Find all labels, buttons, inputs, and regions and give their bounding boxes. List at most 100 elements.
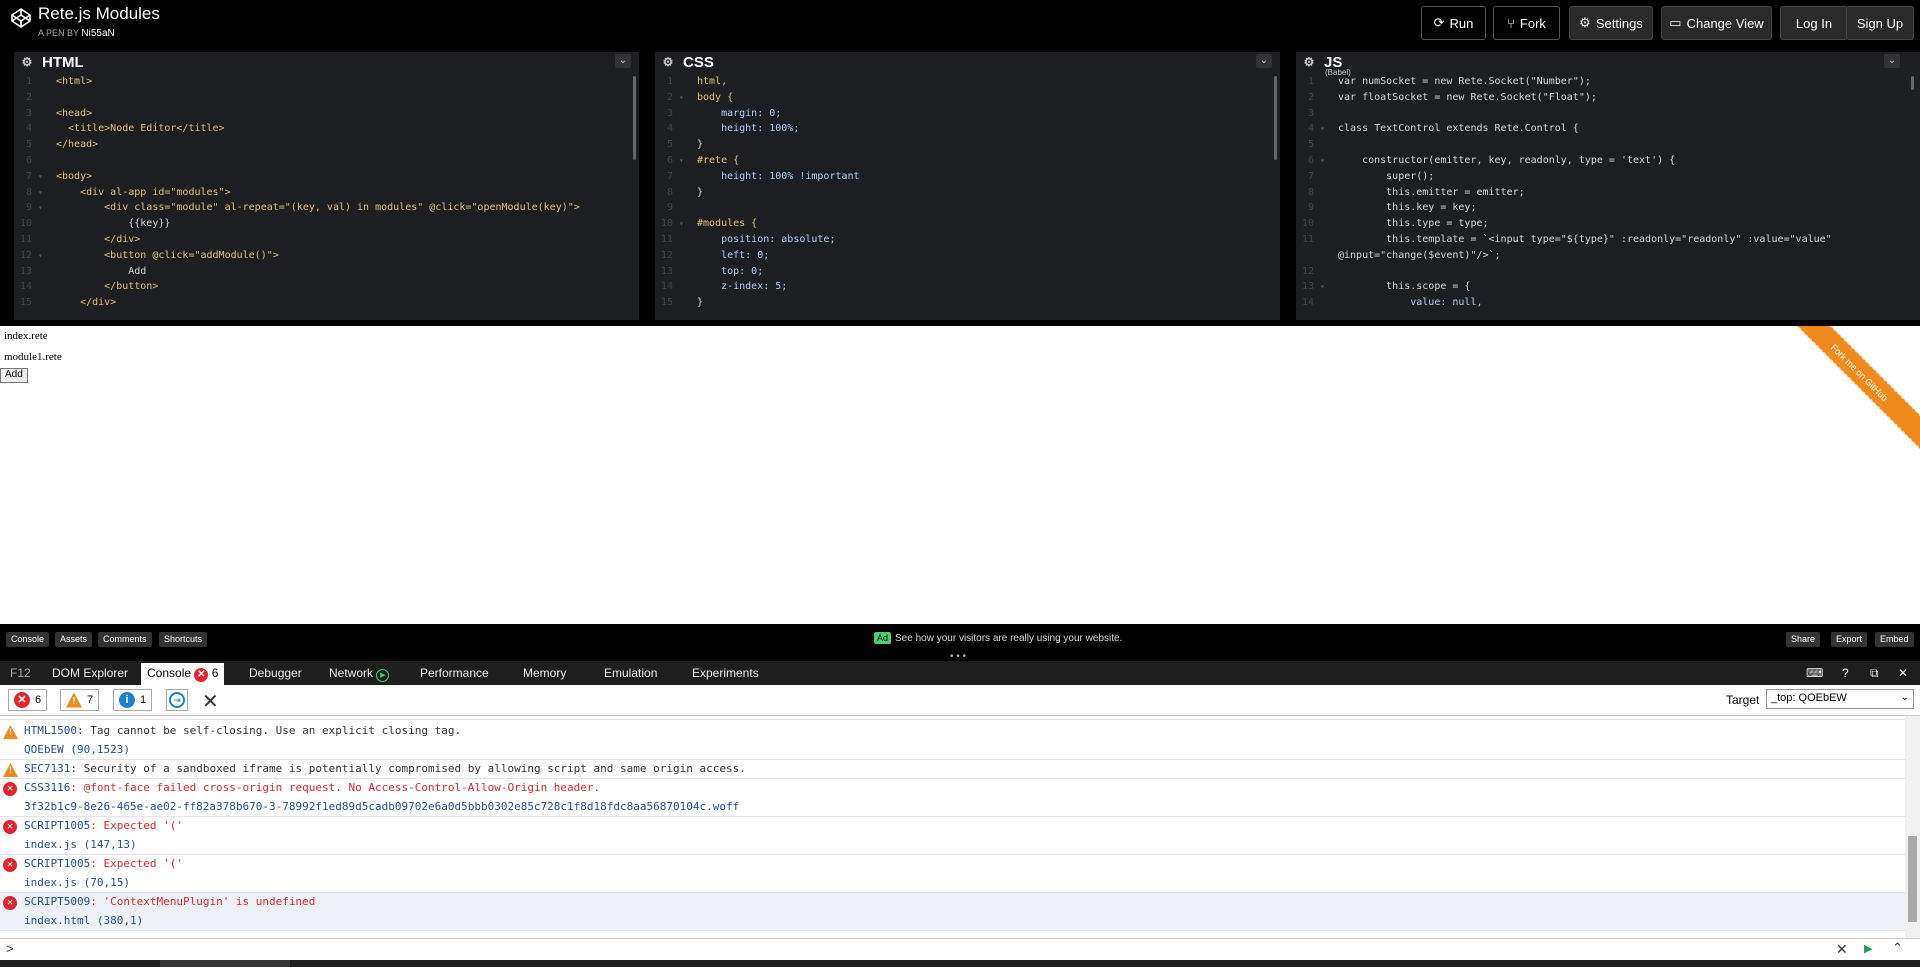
export-button[interactable]: Export — [1831, 632, 1868, 647]
fold-arrow-icon[interactable] — [1320, 185, 1338, 201]
fork-me-on-github-ribbon[interactable]: Fork me on GitHub — [1780, 326, 1920, 452]
fold-arrow-icon[interactable]: ▾ — [679, 216, 697, 232]
fold-arrow-icon[interactable] — [1320, 74, 1338, 90]
fold-arrow-icon[interactable] — [38, 232, 56, 248]
tab-console[interactable]: Console ✕ 6 — [141, 663, 225, 685]
assets-button[interactable]: Assets — [55, 632, 93, 647]
message-source-link[interactable]: QOEbEW (90,1523) — [24, 743, 130, 756]
run-button[interactable]: ⟳ Run — [1421, 6, 1486, 40]
share-button[interactable]: Share — [1786, 632, 1821, 647]
tab-network[interactable]: Network ▶ — [329, 666, 390, 682]
fold-arrow-icon[interactable] — [1320, 248, 1338, 264]
fold-arrow-icon[interactable] — [1320, 200, 1338, 216]
html-editor-scrollbar[interactable] — [633, 76, 636, 160]
sign-up-button[interactable]: Sign Up — [1846, 6, 1914, 40]
message-code[interactable]: SCRIPT1005 — [24, 819, 90, 832]
tab-memory[interactable]: Memory — [523, 666, 566, 680]
target-select[interactable]: _top: QOEbEW ⌄ — [1766, 689, 1914, 709]
tab-performance[interactable]: Performance — [420, 666, 489, 680]
undock-icon[interactable]: ⧉ — [1870, 666, 1879, 681]
fold-arrow-icon[interactable] — [679, 279, 697, 295]
expand-multiline-icon[interactable]: ⌃ — [1892, 940, 1903, 956]
message-source-link[interactable]: index.js (70,15) — [24, 876, 130, 889]
module-item[interactable]: index.rete — [4, 330, 48, 342]
ad-banner[interactable]: Ad See how your visitors are really usin… — [874, 632, 1122, 644]
fold-arrow-icon[interactable] — [679, 295, 697, 311]
fold-arrow-icon[interactable] — [679, 248, 697, 264]
fold-arrow-icon[interactable] — [679, 74, 697, 90]
console-button[interactable]: Console — [6, 632, 50, 647]
fold-arrow-icon[interactable] — [679, 232, 697, 248]
fold-arrow-icon[interactable] — [1320, 106, 1338, 122]
comments-button[interactable]: Comments — [98, 632, 152, 647]
settings-button[interactable]: ⚙ Settings — [1569, 6, 1653, 40]
html-settings-gear-icon[interactable]: ⚙ — [20, 55, 34, 69]
js-code-area[interactable]: 1 var numSocket = new Rete.Socket("Number… — [1296, 74, 1912, 320]
console-scrollbar[interactable] — [1905, 716, 1920, 938]
author-link[interactable]: Ni55aN — [81, 28, 114, 39]
fold-arrow-icon[interactable] — [38, 90, 56, 106]
fold-arrow-icon[interactable] — [38, 137, 56, 153]
css-settings-gear-icon[interactable]: ⚙ — [661, 55, 675, 69]
js-editor-scrollbar[interactable] — [1911, 76, 1914, 90]
fold-arrow-icon[interactable]: ▾ — [38, 248, 56, 264]
fold-arrow-icon[interactable] — [38, 279, 56, 295]
fold-arrow-icon[interactable]: ▾ — [679, 90, 697, 106]
terminal-icon[interactable]: ⌨ — [1806, 666, 1823, 680]
fold-arrow-icon[interactable] — [1320, 90, 1338, 106]
fold-arrow-icon[interactable] — [38, 121, 56, 137]
message-source-link[interactable]: 3f32b1c9-8e26-465e-ae02-ff82a378b670-3-7… — [24, 800, 739, 813]
tab-emulation[interactable]: Emulation — [604, 666, 657, 680]
fold-arrow-icon[interactable]: ▾ — [38, 200, 56, 216]
message-code[interactable]: CSS3116 — [24, 781, 70, 794]
fold-arrow-icon[interactable] — [1320, 232, 1338, 248]
info-filter[interactable]: i 1 — [113, 689, 153, 711]
fold-arrow-icon[interactable] — [679, 185, 697, 201]
css-code-area[interactable]: 1 html, 2 ▾ body {3 margin: 0; 4 height: 100%… — [655, 74, 1272, 320]
fold-arrow-icon[interactable] — [38, 106, 56, 122]
fold-arrow-icon[interactable]: ▾ — [38, 185, 56, 201]
fold-arrow-icon[interactable] — [679, 200, 697, 216]
fork-button[interactable]: ⑂ Fork — [1493, 6, 1560, 40]
change-view-button[interactable]: ▭ Change View — [1661, 6, 1772, 40]
console-scrollbar-thumb[interactable] — [1908, 836, 1917, 922]
fold-arrow-icon[interactable] — [679, 169, 697, 185]
codepen-logo-icon[interactable] — [10, 7, 32, 29]
html-editor-collapse-chevron-down-icon[interactable]: ⌄ — [615, 54, 631, 68]
run-script-play-icon[interactable]: ▶ — [1864, 942, 1872, 955]
help-icon[interactable]: ? — [1842, 666, 1849, 680]
message-code[interactable]: SCRIPT5009 — [24, 895, 90, 908]
css-editor-collapse-chevron-down-icon[interactable]: ⌄ — [1256, 54, 1272, 68]
message-code[interactable]: SEC7131 — [24, 762, 70, 775]
message-source-link[interactable]: index.js (147,13) — [24, 838, 137, 851]
html-code-area[interactable]: 1 <html> 2 3 <head> 4 <title>Node Editor</tit… — [14, 74, 631, 320]
fold-arrow-icon[interactable] — [1320, 264, 1338, 280]
fold-arrow-icon[interactable] — [679, 264, 697, 280]
fold-arrow-icon[interactable]: ▾ — [38, 169, 56, 185]
log-in-button[interactable]: Log In — [1780, 6, 1848, 40]
fold-arrow-icon[interactable]: ▾ — [679, 153, 697, 169]
fold-arrow-icon[interactable] — [1320, 169, 1338, 185]
fold-arrow-icon[interactable] — [38, 264, 56, 280]
fold-arrow-icon[interactable]: ▾ — [1320, 121, 1338, 137]
errors-filter[interactable]: ✕ 6 — [8, 689, 48, 711]
shortcuts-button[interactable]: Shortcuts — [159, 632, 208, 647]
fold-arrow-icon[interactable] — [38, 216, 56, 232]
tab-debugger[interactable]: Debugger — [249, 666, 302, 680]
clear-console-icon[interactable]: ✕ — [202, 689, 219, 714]
embed-button[interactable]: Embed — [1875, 632, 1914, 647]
fold-arrow-icon[interactable]: ▾ — [1320, 153, 1338, 169]
console-input-bar[interactable]: > ✕ ▶ ⌃ — [0, 938, 1920, 960]
fold-arrow-icon[interactable] — [1320, 137, 1338, 153]
fold-arrow-icon[interactable]: ▾ — [1320, 279, 1338, 295]
warnings-filter[interactable]: ! 7 — [60, 689, 100, 711]
fold-arrow-icon[interactable] — [679, 137, 697, 153]
fold-arrow-icon[interactable] — [679, 121, 697, 137]
message-source-link[interactable]: index.html (380,1) — [24, 914, 143, 927]
module-item[interactable]: module1.rete — [4, 351, 62, 363]
clear-input-icon[interactable]: ✕ — [1836, 941, 1848, 958]
js-editor-collapse-chevron-down-icon[interactable]: ⌄ — [1884, 54, 1900, 68]
fold-arrow-icon[interactable] — [38, 295, 56, 311]
preserve-log-icon[interactable]: ⇥ — [166, 689, 188, 711]
tab-dom-explorer[interactable]: DOM Explorer — [52, 666, 128, 680]
